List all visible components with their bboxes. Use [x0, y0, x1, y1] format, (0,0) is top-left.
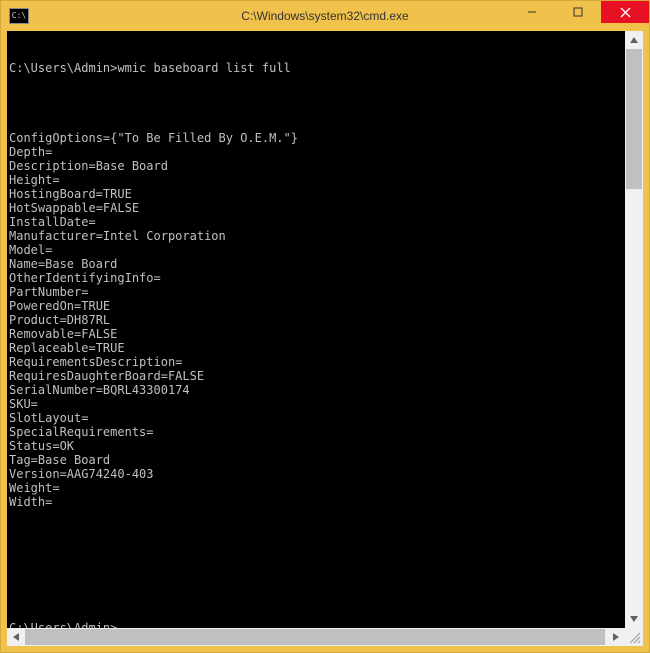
output-line: Model=: [9, 243, 625, 257]
output-line: Weight=: [9, 481, 625, 495]
vertical-scroll-thumb[interactable]: [626, 49, 642, 189]
output-line: InstallDate=: [9, 215, 625, 229]
cmd-window: C:\ C:\Windows\system32\cmd.exe C:\Users…: [0, 0, 650, 653]
prompt-line: C:\Users\Admin>: [9, 621, 625, 628]
terminal-area: C:\Users\Admin>wmic baseboard list full …: [7, 31, 643, 628]
prompt: C:\Users\Admin>: [9, 61, 117, 75]
output-line: [9, 117, 625, 131]
vertical-scrollbar[interactable]: [625, 31, 643, 628]
output-line: RequirementsDescription=: [9, 355, 625, 369]
scroll-corner: [625, 628, 643, 646]
scroll-down-button[interactable]: [625, 610, 643, 628]
output-line: Product=DH87RL: [9, 313, 625, 327]
maximize-button[interactable]: [555, 1, 601, 23]
output-line: Replaceable=TRUE: [9, 341, 625, 355]
output-line: Description=Base Board: [9, 159, 625, 173]
output-line: Status=OK: [9, 439, 625, 453]
output-line: PoweredOn=TRUE: [9, 299, 625, 313]
blank-line: [9, 579, 625, 593]
output-line: Name=Base Board: [9, 257, 625, 271]
scroll-left-button[interactable]: [7, 628, 25, 646]
prompt-line: C:\Users\Admin>wmic baseboard list full: [9, 61, 625, 75]
horizontal-scroll-thumb[interactable]: [25, 629, 605, 645]
output-line: SKU=: [9, 397, 625, 411]
scroll-right-button[interactable]: [607, 628, 625, 646]
horizontal-scrollbar[interactable]: [7, 628, 643, 646]
output-line: Version=AAG74240-403: [9, 467, 625, 481]
vertical-scroll-track[interactable]: [625, 49, 643, 610]
scroll-up-button[interactable]: [625, 31, 643, 49]
titlebar[interactable]: C:\ C:\Windows\system32\cmd.exe: [1, 1, 649, 31]
output-line: SerialNumber=BQRL43300174: [9, 383, 625, 397]
prompt: C:\Users\Admin>: [9, 621, 117, 628]
output-line: Width=: [9, 495, 625, 509]
window-controls: [509, 1, 649, 23]
cmd-icon: C:\: [9, 8, 29, 24]
output-line: SpecialRequirements=: [9, 425, 625, 439]
blank-line: [9, 537, 625, 551]
output-line: Manufacturer=Intel Corporation: [9, 229, 625, 243]
terminal[interactable]: C:\Users\Admin>wmic baseboard list full …: [7, 31, 625, 628]
output-line: HostingBoard=TRUE: [9, 187, 625, 201]
output-line: SlotLayout=: [9, 411, 625, 425]
horizontal-scroll-track[interactable]: [25, 628, 607, 646]
resize-grip-icon[interactable]: [627, 630, 641, 644]
output-line: RequiresDaughterBoard=FALSE: [9, 369, 625, 383]
output-line: Height=: [9, 173, 625, 187]
output-line: Tag=Base Board: [9, 453, 625, 467]
output-line: OtherIdentifyingInfo=: [9, 271, 625, 285]
output-line: PartNumber=: [9, 285, 625, 299]
output-line: ConfigOptions={"To Be Filled By O.E.M."}: [9, 131, 625, 145]
output: ConfigOptions={"To Be Filled By O.E.M."}…: [9, 103, 625, 509]
minimize-button[interactable]: [509, 1, 555, 23]
output-line: Depth=: [9, 145, 625, 159]
output-line: [9, 103, 625, 117]
output-line: Removable=FALSE: [9, 327, 625, 341]
cmd-icon-label: C:\: [12, 12, 26, 20]
command: wmic baseboard list full: [117, 61, 290, 75]
close-button[interactable]: [601, 1, 649, 23]
output-line: HotSwappable=FALSE: [9, 201, 625, 215]
